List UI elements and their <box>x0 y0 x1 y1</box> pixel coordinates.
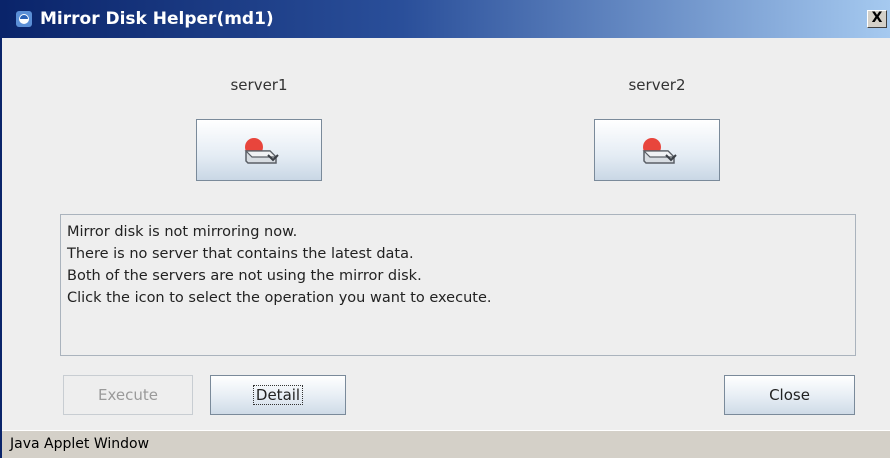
window-app-icon <box>16 11 32 27</box>
status-text: Java Applet Window <box>10 436 150 452</box>
applet-status-bar: Java Applet Window <box>2 430 890 458</box>
detail-button[interactable]: Detail <box>210 375 346 415</box>
server2-disk-button[interactable] <box>594 119 720 181</box>
message-line: Mirror disk is not mirroring now. <box>67 224 298 240</box>
message-line: Click the icon to select the operation y… <box>67 290 492 306</box>
server1-disk-button[interactable] <box>196 119 322 181</box>
window-title: Mirror Disk Helper(md1) <box>40 9 274 29</box>
mirror-disk-helper-window: Mirror Disk Helper(md1) X server1 server… <box>0 0 890 458</box>
server1-label: server1 <box>230 76 288 94</box>
close-button[interactable]: Close <box>724 375 855 415</box>
detail-button-label: Detail <box>252 385 304 405</box>
close-window-button[interactable]: X <box>867 10 887 28</box>
execute-button[interactable]: Execute <box>63 375 193 415</box>
message-line: There is no server that contains the lat… <box>67 246 414 262</box>
message-line: Both of the servers are not using the mi… <box>67 268 422 284</box>
disk-error-icon <box>244 138 279 164</box>
title-bar[interactable]: Mirror Disk Helper(md1) X <box>2 0 890 38</box>
disk-error-icon <box>642 138 677 164</box>
server2-label: server2 <box>628 76 686 94</box>
status-message-box: Mirror disk is not mirroring now. There … <box>60 214 856 356</box>
close-icon: X <box>871 10 883 26</box>
